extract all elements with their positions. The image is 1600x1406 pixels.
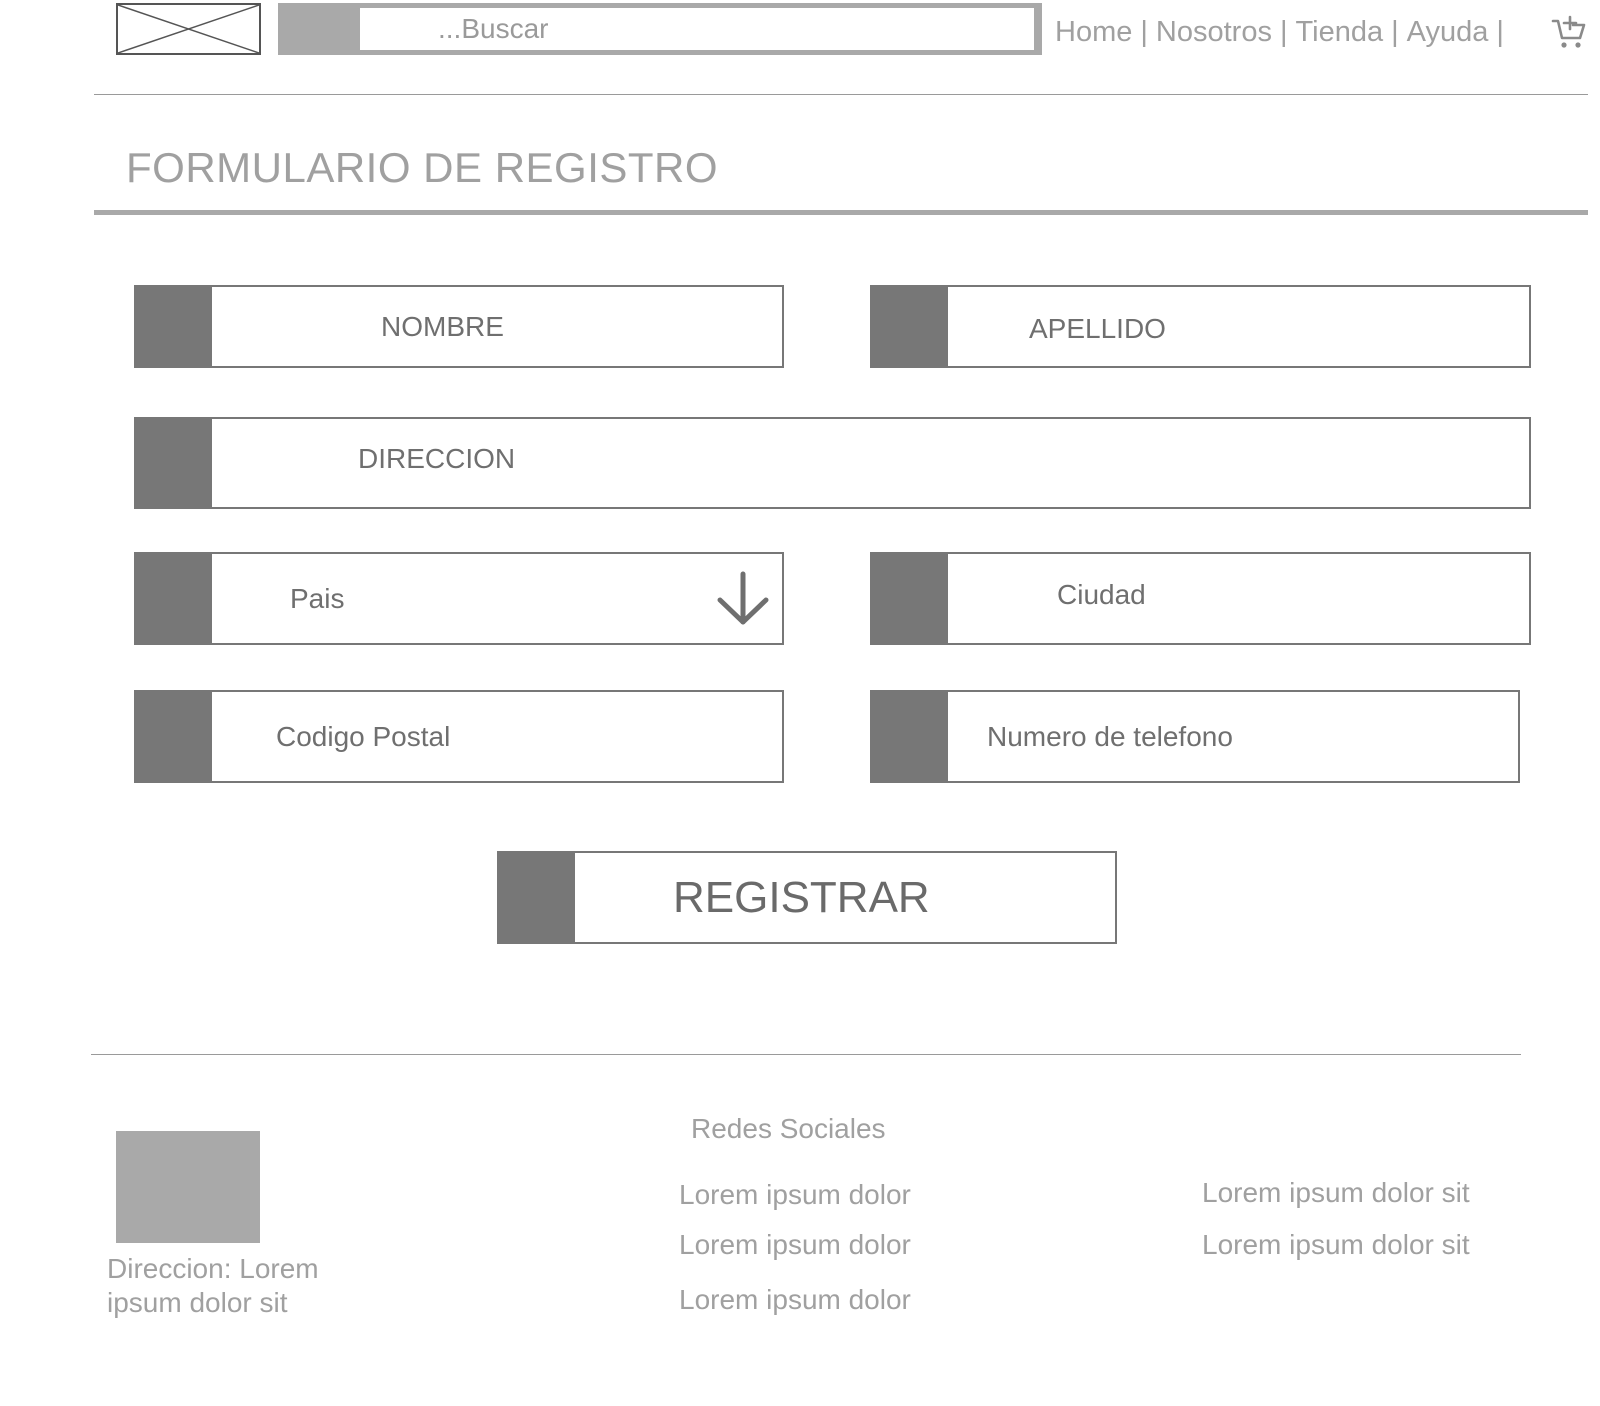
footer-link[interactable]: Lorem ipsum dolor	[679, 1229, 911, 1261]
nombre-field[interactable]: NOMBRE	[134, 285, 784, 368]
button-marker	[497, 851, 575, 944]
nav-separator: |	[1140, 15, 1148, 48]
footer-link[interactable]: Lorem ipsum dolor	[679, 1284, 911, 1316]
footer-link[interactable]: Lorem ipsum dolor sit	[1202, 1177, 1470, 1209]
nav-tienda[interactable]: Tienda	[1296, 16, 1384, 49]
registrar-button[interactable]: REGISTRAR	[497, 851, 1117, 944]
nav-separator: |	[1279, 15, 1288, 48]
header-divider	[94, 94, 1588, 95]
ciudad-field[interactable]: Ciudad	[870, 552, 1531, 645]
add-to-cart-icon[interactable]	[1551, 14, 1587, 50]
telefono-label: Numero de telefono	[987, 720, 1233, 752]
field-marker	[134, 285, 212, 368]
apellido-field[interactable]: APELLIDO	[870, 285, 1531, 368]
footer-divider	[91, 1054, 1521, 1055]
codigo-postal-label: Codigo Postal	[276, 720, 451, 752]
field-marker	[870, 690, 948, 783]
apellido-label: APELLIDO	[1029, 312, 1166, 344]
nav-separator: |	[1496, 15, 1504, 48]
footer-link[interactable]: Lorem ipsum dolor	[679, 1179, 911, 1211]
direccion-field[interactable]: DIRECCION	[134, 417, 1531, 509]
field-marker	[134, 690, 212, 783]
field-marker	[134, 417, 212, 509]
nav-separator: |	[1391, 15, 1399, 48]
nombre-label: NOMBRE	[381, 310, 504, 342]
pais-select[interactable]: Pais	[134, 552, 784, 645]
logo-placeholder[interactable]	[116, 3, 261, 55]
nav-home[interactable]: Home	[1055, 16, 1132, 49]
title-divider	[94, 210, 1588, 215]
main-nav: Home | Nosotros | Tienda | Ayuda |	[1055, 12, 1512, 52]
direccion-label: DIRECCION	[358, 443, 516, 474]
image-placeholder-icon	[118, 5, 259, 53]
field-marker	[134, 552, 212, 645]
social-title: Redes Sociales	[691, 1113, 886, 1144]
ciudad-label: Ciudad	[1057, 578, 1146, 610]
codigo-postal-field[interactable]: Codigo Postal	[134, 690, 784, 783]
footer-address: Direccion: Lorem ipsum dolor sit	[107, 1253, 319, 1318]
field-marker	[870, 552, 948, 645]
search-bar	[278, 3, 1042, 55]
telefono-field[interactable]: Numero de telefono	[870, 690, 1520, 783]
footer-link[interactable]: Lorem ipsum dolor sit	[1202, 1229, 1470, 1261]
registrar-label: REGISTRAR	[673, 872, 930, 922]
search-input[interactable]	[360, 8, 1034, 50]
arrow-down-icon[interactable]	[716, 570, 770, 628]
field-marker	[870, 285, 948, 368]
footer-image-placeholder	[116, 1131, 260, 1243]
page-title: FORMULARIO DE REGISTRO	[126, 144, 719, 191]
nav-nosotros[interactable]: Nosotros	[1156, 16, 1272, 49]
nav-ayuda[interactable]: Ayuda	[1407, 16, 1489, 49]
pais-label: Pais	[290, 582, 345, 614]
